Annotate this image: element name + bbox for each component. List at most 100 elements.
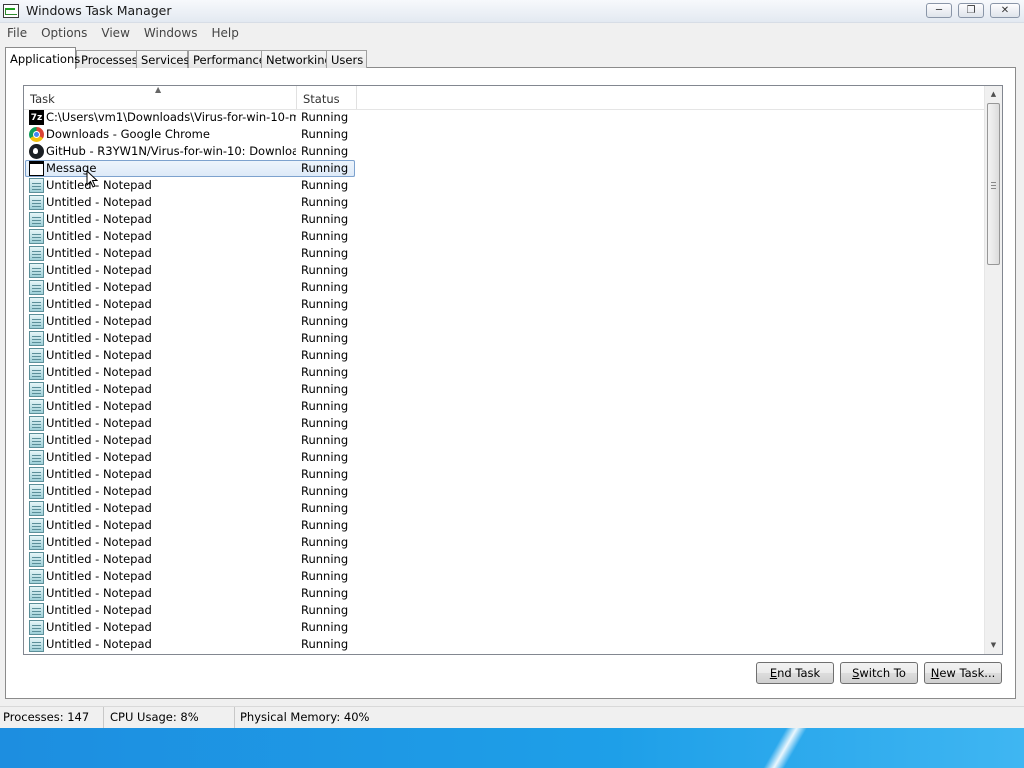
new-task-button[interactable]: New Task... bbox=[924, 662, 1002, 684]
table-row[interactable]: Untitled - Notepad Running bbox=[24, 636, 986, 653]
menu-options[interactable]: Options bbox=[34, 26, 94, 40]
status-cell: Running bbox=[301, 450, 349, 464]
table-row[interactable]: Untitled - Notepad Running bbox=[24, 313, 986, 330]
task-name: Untitled - Notepad bbox=[46, 535, 152, 549]
status-bar: Processes: 147 CPU Usage: 8% Physical Me… bbox=[0, 706, 1024, 728]
notepad-icon bbox=[29, 212, 44, 227]
table-row[interactable]: Downloads - Google Chrome Running bbox=[24, 126, 986, 143]
tab-services[interactable]: Services bbox=[136, 50, 190, 68]
mouse-cursor-icon bbox=[86, 170, 98, 188]
table-row[interactable]: Untitled - Notepad Running bbox=[24, 262, 986, 279]
status-cell: Running bbox=[301, 382, 349, 396]
task-cell: GitHub - R3YW1N/Virus-for-win-10: Downlo… bbox=[25, 143, 296, 160]
table-row[interactable]: Untitled - Notepad Running bbox=[24, 517, 986, 534]
table-row[interactable]: Untitled - Notepad Running bbox=[24, 364, 986, 381]
notepad-icon bbox=[29, 501, 44, 516]
task-list[interactable]: Task ▲ Status 7z C:\Users\vm1\Downloads\V… bbox=[23, 85, 1003, 655]
table-row[interactable]: Untitled - Notepad Running bbox=[24, 449, 986, 466]
tab-applications[interactable]: Applications bbox=[5, 47, 80, 69]
table-row[interactable]: Untitled - Notepad Running bbox=[24, 551, 986, 568]
table-row[interactable]: 7z C:\Users\vm1\Downloads\Virus-for-win-1… bbox=[24, 109, 986, 126]
close-icon: ✕ bbox=[1000, 5, 1010, 16]
status-cell: Running bbox=[301, 416, 349, 430]
table-row[interactable]: Untitled - Notepad Running bbox=[24, 619, 986, 636]
task-name: Untitled - Notepad bbox=[46, 348, 152, 362]
task-cell: Untitled - Notepad bbox=[25, 568, 296, 585]
task-cell: Untitled - Notepad bbox=[25, 551, 296, 568]
notepad-icon bbox=[29, 229, 44, 244]
table-row[interactable]: Untitled - Notepad Running bbox=[24, 483, 986, 500]
menu-windows[interactable]: Windows bbox=[137, 26, 205, 40]
task-cell: Untitled - Notepad bbox=[25, 279, 296, 296]
table-row[interactable]: Untitled - Notepad Running bbox=[24, 347, 986, 364]
close-button[interactable]: ✕ bbox=[990, 3, 1020, 18]
table-row[interactable]: Untitled - Notepad Running bbox=[24, 245, 986, 262]
title-bar[interactable]: Windows Task Manager ─ ❐ ✕ bbox=[0, 0, 1024, 23]
column-status[interactable]: Status bbox=[297, 86, 357, 109]
end-task-button[interactable]: End Task bbox=[756, 662, 834, 684]
table-row[interactable]: Untitled - Notepad Running bbox=[24, 432, 986, 449]
task-cell: Downloads - Google Chrome bbox=[25, 126, 296, 143]
window-title: Windows Task Manager bbox=[26, 3, 172, 18]
table-row[interactable]: Untitled - Notepad Running bbox=[24, 177, 986, 194]
tab-performance[interactable]: Performance bbox=[188, 50, 266, 68]
notepad-icon bbox=[29, 365, 44, 380]
table-row[interactable]: Untitled - Notepad Running bbox=[24, 585, 986, 602]
task-name: Untitled - Notepad bbox=[46, 637, 152, 651]
table-row[interactable]: Untitled - Notepad Running bbox=[24, 228, 986, 245]
table-row[interactable]: Untitled - Notepad Running bbox=[24, 466, 986, 483]
table-row[interactable]: Untitled - Notepad Running bbox=[24, 194, 986, 211]
notepad-icon bbox=[29, 297, 44, 312]
table-row[interactable]: Message Running bbox=[24, 160, 986, 177]
table-row[interactable]: Untitled - Notepad Running bbox=[24, 415, 986, 432]
sort-ascending-icon: ▲ bbox=[155, 85, 162, 94]
table-row[interactable]: Untitled - Notepad Running bbox=[24, 279, 986, 296]
tab-users[interactable]: Users bbox=[326, 50, 367, 68]
menu-file[interactable]: File bbox=[0, 26, 34, 40]
task-cell: Untitled - Notepad bbox=[25, 636, 296, 653]
vertical-scrollbar[interactable]: ▲ ▼ bbox=[984, 86, 1002, 654]
restore-button[interactable]: ❐ bbox=[958, 3, 984, 18]
table-row[interactable]: Untitled - Notepad Running bbox=[24, 568, 986, 585]
table-row[interactable]: Untitled - Notepad Running bbox=[24, 398, 986, 415]
table-row[interactable]: Untitled - Notepad Running bbox=[24, 602, 986, 619]
table-row[interactable]: Untitled - Notepad Running bbox=[24, 296, 986, 313]
status-cell: Running bbox=[301, 399, 349, 413]
task-cell: Untitled - Notepad bbox=[25, 194, 296, 211]
task-name: Untitled - Notepad bbox=[46, 263, 152, 277]
status-cell: Running bbox=[301, 263, 349, 277]
status-cell: Running bbox=[301, 229, 349, 243]
switch-to-button[interactable]: Switch To bbox=[840, 662, 918, 684]
task-name: Untitled - Notepad bbox=[46, 467, 152, 481]
scroll-down-arrow-icon[interactable]: ▼ bbox=[985, 637, 1002, 654]
task-name: Untitled - Notepad bbox=[46, 484, 152, 498]
table-row[interactable]: Untitled - Notepad Running bbox=[24, 211, 986, 228]
status-cell: Running bbox=[301, 586, 349, 600]
status-cpu-usage: CPU Usage: 8% bbox=[104, 707, 235, 728]
task-cell: Untitled - Notepad bbox=[25, 619, 296, 636]
scroll-up-arrow-icon[interactable]: ▲ bbox=[985, 86, 1002, 103]
menu-help[interactable]: Help bbox=[204, 26, 245, 40]
notepad-icon bbox=[29, 416, 44, 431]
table-row[interactable]: GitHub - R3YW1N/Virus-for-win-10: Downlo… bbox=[24, 143, 986, 160]
scroll-thumb[interactable] bbox=[987, 103, 1000, 265]
tab-processes[interactable]: Processes bbox=[76, 50, 138, 68]
status-cell: Running bbox=[301, 484, 349, 498]
task-cell: Untitled - Notepad bbox=[25, 585, 296, 602]
task-name: Untitled - Notepad bbox=[46, 501, 152, 515]
tab-networking[interactable]: Networking bbox=[261, 50, 332, 68]
menu-view[interactable]: View bbox=[94, 26, 136, 40]
notepad-icon bbox=[29, 399, 44, 414]
table-row[interactable]: Untitled - Notepad Running bbox=[24, 381, 986, 398]
table-row[interactable]: Untitled - Notepad Running bbox=[24, 534, 986, 551]
table-row[interactable]: Untitled - Notepad Running bbox=[24, 500, 986, 517]
column-task[interactable]: Task ▲ bbox=[24, 86, 297, 109]
status-cell: Running bbox=[301, 552, 349, 566]
notepad-icon bbox=[29, 314, 44, 329]
minimize-button[interactable]: ─ bbox=[926, 3, 952, 18]
task-name: Untitled - Notepad bbox=[46, 586, 152, 600]
table-row[interactable]: Untitled - Notepad Running bbox=[24, 330, 986, 347]
status-cell: Running bbox=[301, 195, 349, 209]
task-cell: Untitled - Notepad bbox=[25, 262, 296, 279]
task-cell: Untitled - Notepad bbox=[25, 500, 296, 517]
